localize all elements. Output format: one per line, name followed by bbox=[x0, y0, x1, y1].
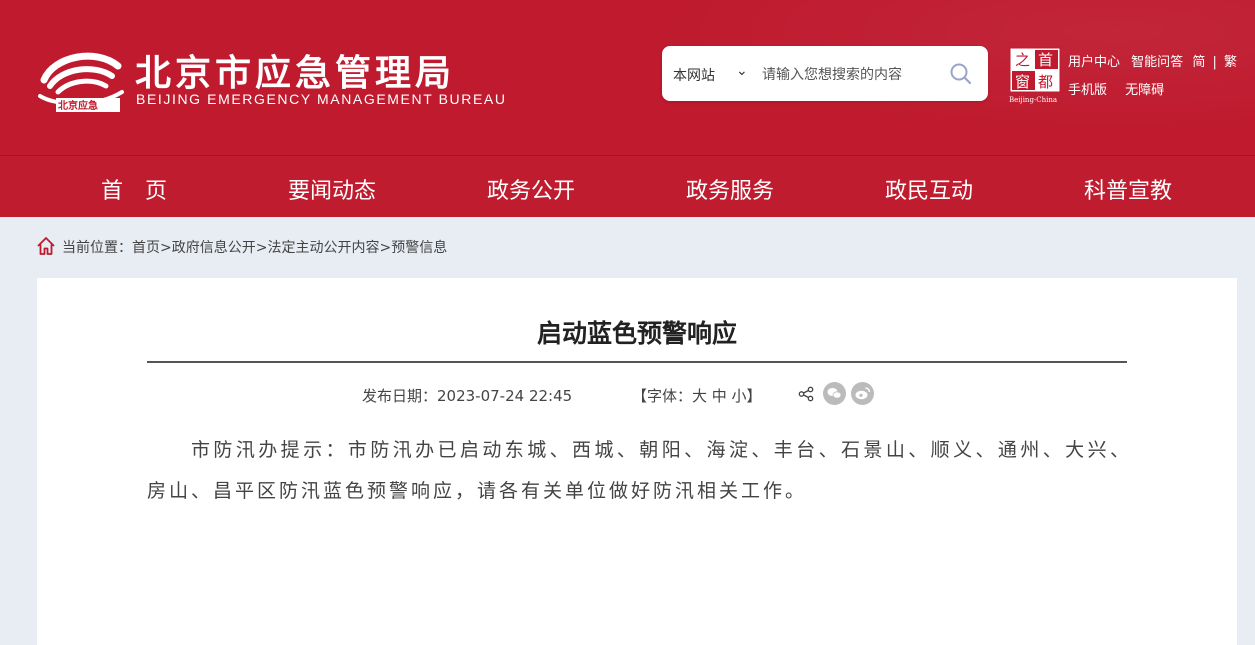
nav-science[interactable]: 科普宣教 bbox=[1084, 173, 1172, 205]
bureau-logo[interactable]: 北京应急 bbox=[36, 36, 126, 116]
site-title[interactable]: 北京市应急管理局 bbox=[135, 44, 455, 96]
weibo-icon[interactable] bbox=[851, 382, 874, 405]
breadcrumb-text[interactable]: 当前位置：首页>政府信息公开>法定主动公开内容>预警信息 bbox=[62, 237, 447, 257]
article-body: 市防汛办提示：市防汛办已启动东城、西城、朝阳、海淀、丰台、石景山、顺义、通州、大… bbox=[147, 439, 1132, 502]
logo-mark-text: 北京应急 bbox=[58, 99, 98, 112]
nav-gov-affairs[interactable]: 政务公开 bbox=[487, 173, 575, 205]
search-icon[interactable] bbox=[949, 62, 973, 86]
badge-char-2: 都 bbox=[1038, 73, 1053, 91]
search-box: 本网站 ⌄ bbox=[662, 46, 988, 101]
user-center-link[interactable]: 用户中心 bbox=[1068, 51, 1120, 70]
home-icon bbox=[37, 237, 55, 255]
search-input[interactable] bbox=[760, 60, 944, 90]
badge-char-4: 窗 bbox=[1015, 73, 1030, 91]
search-scope-select[interactable]: 本网站 bbox=[673, 65, 715, 85]
font-size-control[interactable]: 【字体：大 中 小】 bbox=[632, 385, 762, 406]
nav-home[interactable]: 首 页 bbox=[101, 173, 167, 205]
main-nav: 首 页 要闻动态 政务公开 政务服务 政民互动 科普宣教 bbox=[0, 155, 1255, 217]
mobile-link[interactable]: 手机版 bbox=[1068, 79, 1107, 98]
badge-caption: Beijing-China bbox=[1009, 96, 1057, 104]
share-icon[interactable] bbox=[798, 386, 814, 402]
traditional-link[interactable]: 繁 bbox=[1224, 51, 1237, 70]
publish-date: 发布日期：2023-07-24 22:45 bbox=[362, 387, 573, 405]
capital-window-badge[interactable]: 首 都 之 窗 Beijing-China bbox=[1009, 47, 1061, 105]
article-title: 启动蓝色预警响应 bbox=[536, 319, 737, 348]
nav-news[interactable]: 要闻动态 bbox=[288, 173, 376, 205]
nav-interaction[interactable]: 政民互动 bbox=[885, 173, 973, 205]
chevron-down-icon[interactable]: ⌄ bbox=[736, 63, 748, 79]
lang-divider: | bbox=[1212, 55, 1217, 70]
simplified-link[interactable]: 简 bbox=[1192, 51, 1205, 70]
site-header: 北京应急 北京市应急管理局 BEIJING EMERGENCY MANAGEME… bbox=[0, 0, 1255, 155]
article-card: 启动蓝色预警响应 发布日期：2023-07-24 22:45 【字体：大 中 小… bbox=[37, 278, 1237, 645]
site-title-en: BEIJING EMERGENCY MANAGEMENT BUREAU bbox=[136, 91, 507, 107]
badge-char-3: 之 bbox=[1015, 51, 1030, 69]
accessibility-link[interactable]: 无障碍 bbox=[1125, 79, 1164, 98]
nav-gov-services[interactable]: 政务服务 bbox=[686, 173, 774, 205]
badge-char-1: 首 bbox=[1038, 51, 1053, 69]
top-links: 用户中心 智能问答 简 | 繁 手机版 无障碍 bbox=[1068, 51, 1237, 98]
wechat-icon[interactable] bbox=[823, 382, 846, 405]
smart-qa-link[interactable]: 智能问答 bbox=[1131, 51, 1183, 70]
title-divider bbox=[147, 361, 1127, 363]
